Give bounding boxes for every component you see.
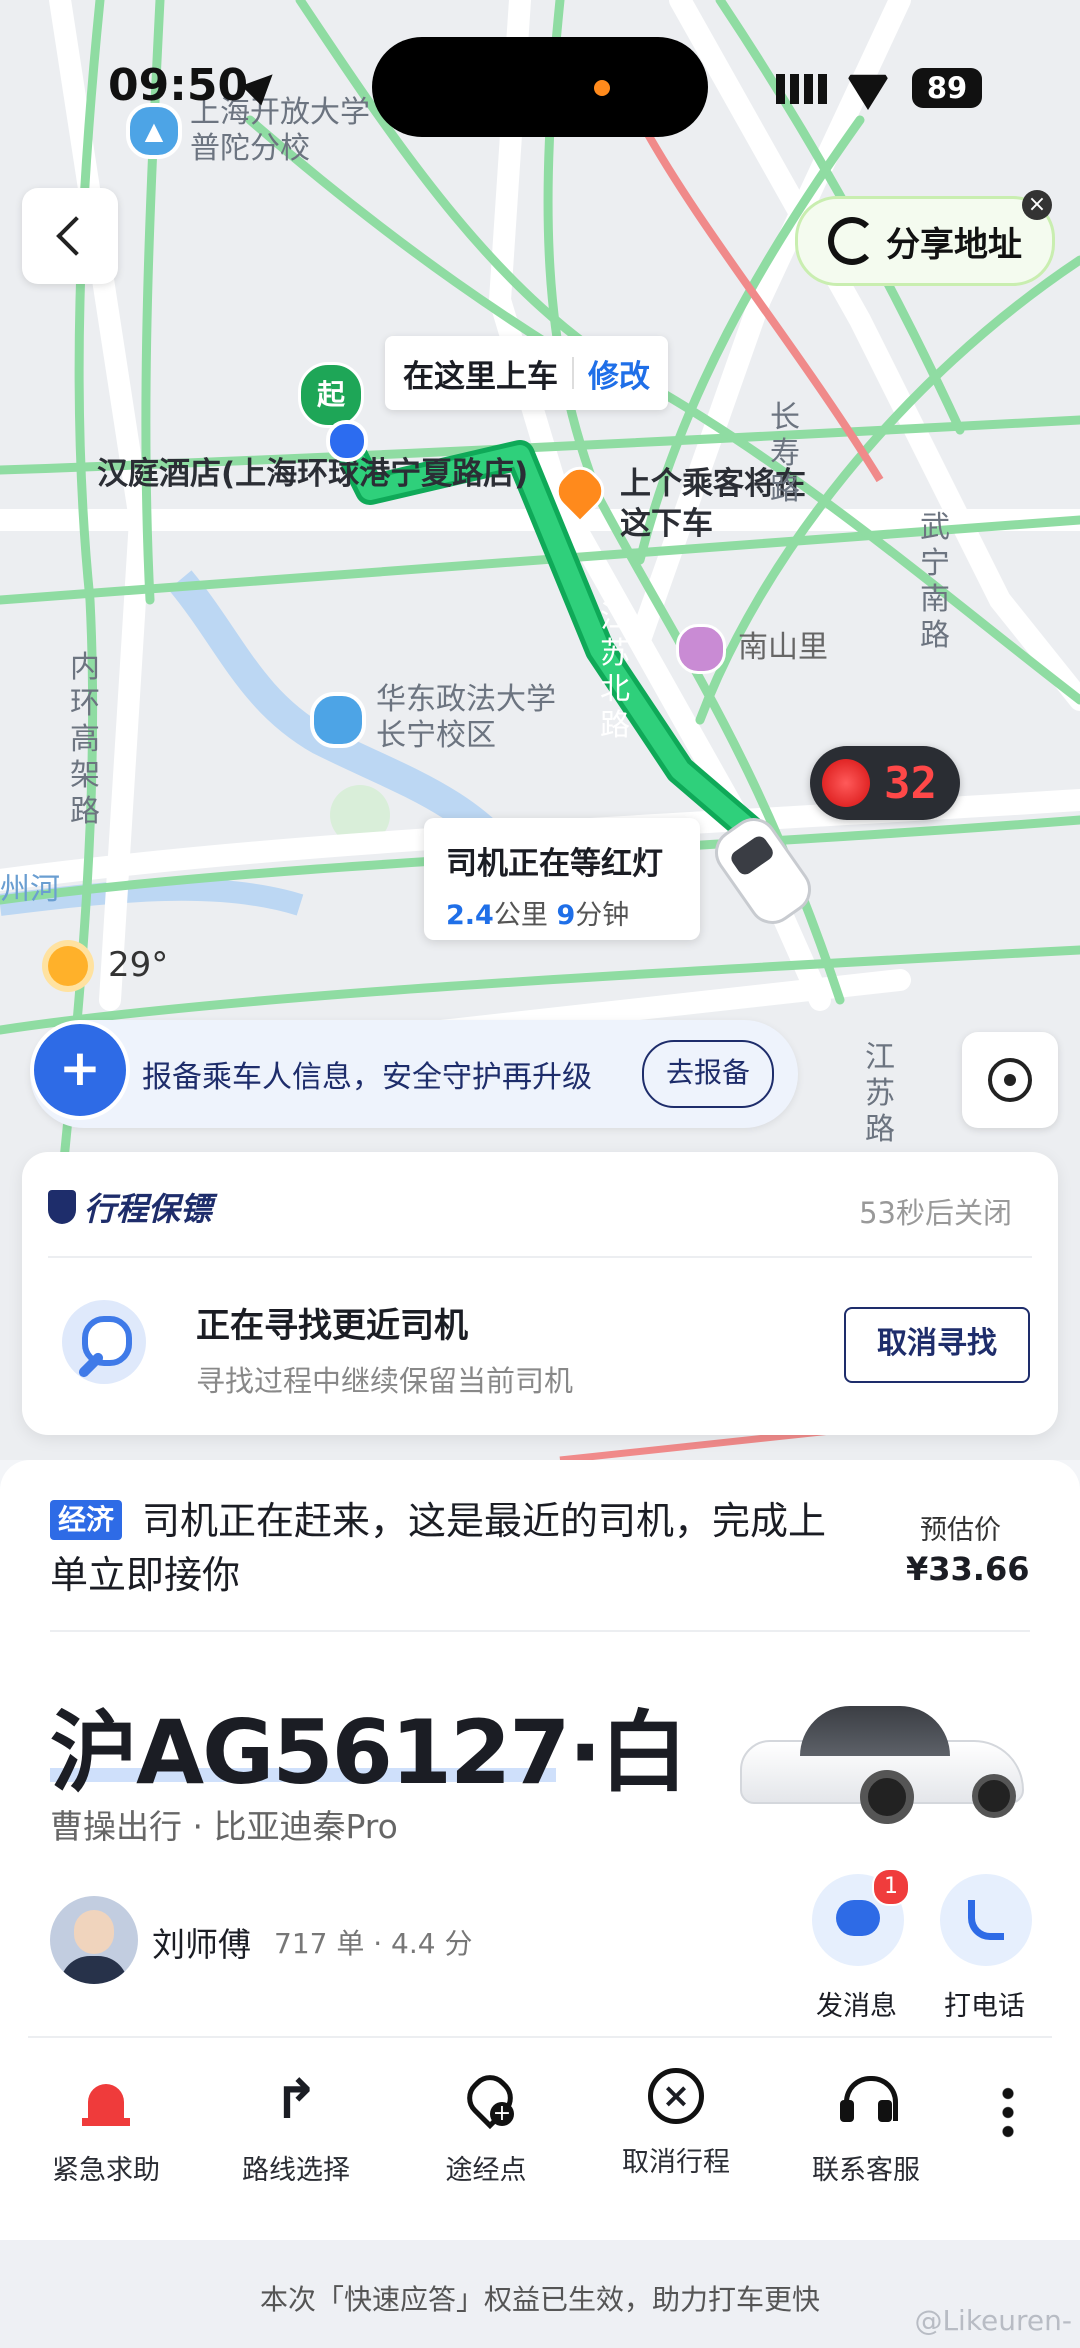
driver-status-title: 司机正在等红灯 — [446, 846, 663, 882]
trip-card-subtitle: 寻找过程中继续保留当前司机 — [196, 1364, 574, 1398]
price-label: 预估价 — [920, 1515, 1001, 1546]
modify-pickup-link[interactable]: 修改 — [588, 351, 650, 396]
message-button[interactable]: 1 — [812, 1868, 910, 1966]
cancel-search-button[interactable]: 取消寻找 — [844, 1307, 1030, 1383]
close-share-icon[interactable]: × — [1022, 190, 1052, 220]
driver-avatar[interactable] — [50, 1896, 138, 1984]
driver-distance: 2.4 — [446, 900, 494, 931]
customer-service-action[interactable]: 联系客服 — [776, 2068, 956, 2187]
school-icon-2 — [310, 692, 366, 748]
route-select-action[interactable]: ↱ 路线选择 — [206, 2068, 386, 2187]
car-image — [740, 1700, 1024, 1824]
watermark: @Likeuren- — [914, 2304, 1072, 2337]
estimated-price: ¥33.66 — [906, 1550, 1030, 1588]
share-address-button[interactable]: 分享地址 — [795, 196, 1055, 286]
call-button[interactable] — [940, 1874, 1032, 1966]
phone-icon — [968, 1900, 1004, 1940]
driver-status-text: 司机正在赶来，这是最近的司机，完成上单立即接你 — [50, 1499, 827, 1597]
red-light-icon — [822, 759, 870, 807]
map-label-river: 州河 — [0, 872, 60, 907]
battery-indicator: 89 — [912, 68, 982, 108]
trip-guard-card: 行程保镖 53秒后关闭 正在寻找更近司机 寻找过程中继续保留当前司机 取消寻找 — [22, 1152, 1058, 1435]
driver-stats: 717 单 · 4.4 分 — [274, 1927, 473, 1960]
safety-banner-text: 报备乘车人信息，安全守护再升级 — [142, 1060, 592, 1095]
alarm-icon — [74, 2068, 138, 2132]
call-label: 打电话 — [944, 1991, 1025, 2022]
signal-icon — [776, 74, 828, 104]
cancel-trip-action[interactable]: × 取消行程 — [586, 2068, 766, 2179]
waypoint-add-icon: + — [454, 2066, 522, 2132]
map-label-nanshan: 南山里 — [738, 630, 828, 665]
cancel-circle-icon: × — [648, 2068, 704, 2124]
map-label-hotel: 汉庭酒店(上海环球港宁夏路店) — [97, 456, 529, 492]
chat-bubble-icon — [836, 1900, 880, 1936]
sun-icon — [48, 946, 88, 986]
traffic-light-badge: 32 — [810, 746, 960, 820]
report-button[interactable]: 去报备 — [642, 1040, 774, 1108]
map-label-inner-ring: 内环高架路 — [70, 650, 100, 829]
map-label-jiangsu-2: 江苏路 — [865, 1040, 895, 1147]
map-label-ecupl: 华东政法大学 长宁校区 — [376, 682, 556, 753]
driver-name: 刘师傅 — [152, 1925, 251, 1964]
driver-eta: 9 — [556, 900, 576, 931]
shield-plus-icon: + — [30, 1020, 130, 1120]
status-time: 09:50 — [108, 60, 249, 111]
status-bar: 09:50 89 — [0, 0, 1080, 137]
traffic-light-countdown: 32 — [884, 757, 937, 809]
map-label-wuning: 武宁南路 — [920, 510, 950, 653]
shield-icon — [48, 1190, 76, 1224]
message-badge: 1 — [872, 1868, 910, 1906]
share-icon — [828, 217, 876, 265]
pickup-text: 在这里上车 — [403, 358, 558, 395]
start-marker: 起 — [298, 362, 364, 428]
more-options-icon[interactable] — [1000, 2084, 1016, 2140]
back-arrow-icon — [56, 216, 96, 256]
pickup-bubble[interactable]: 在这里上车 修改 — [385, 336, 668, 410]
magnifier-icon — [62, 1300, 146, 1384]
driver-status-bubble: 司机正在等红灯 2.4公里 9分钟 — [424, 818, 700, 940]
footer-bar: 本次「快速应答」权益已生效，助力打车更快 @Likeuren- — [0, 2240, 1080, 2348]
license-plate: 沪AG56127·白 — [50, 1701, 688, 1804]
car-description: 曹操出行 · 比亚迪秦Pro — [50, 1807, 398, 1846]
weather-temp: 29° — [108, 945, 169, 985]
trip-guard-brand: 行程保镖 — [48, 1184, 212, 1230]
safety-banner[interactable]: + 报备乘车人信息，安全守护再升级 去报备 — [30, 1020, 798, 1128]
trip-card-countdown: 53秒后关闭 — [859, 1196, 1012, 1230]
message-label: 发消息 — [816, 1991, 897, 2022]
headset-icon — [834, 2068, 898, 2132]
map-label-changshou: 长寿路 — [770, 400, 800, 507]
wifi-icon — [846, 74, 890, 110]
locate-button[interactable] — [962, 1032, 1058, 1128]
pickup-dot — [326, 420, 368, 462]
map-label-jiangsu-1: 江苏北路 — [600, 600, 630, 743]
trip-card-title: 正在寻找更近司机 — [196, 1306, 468, 1346]
action-bar: 紧急求助 ↱ 路线选择 + 途经点 × 取消行程 联系客服 — [0, 2066, 1080, 2198]
dynamic-island — [372, 37, 708, 137]
waypoint-action[interactable]: + 途经点 — [396, 2066, 576, 2187]
back-button[interactable] — [22, 188, 118, 284]
route-icon: ↱ — [273, 2068, 319, 2131]
emergency-action[interactable]: 紧急求助 — [16, 2068, 196, 2187]
residential-icon — [676, 624, 726, 674]
